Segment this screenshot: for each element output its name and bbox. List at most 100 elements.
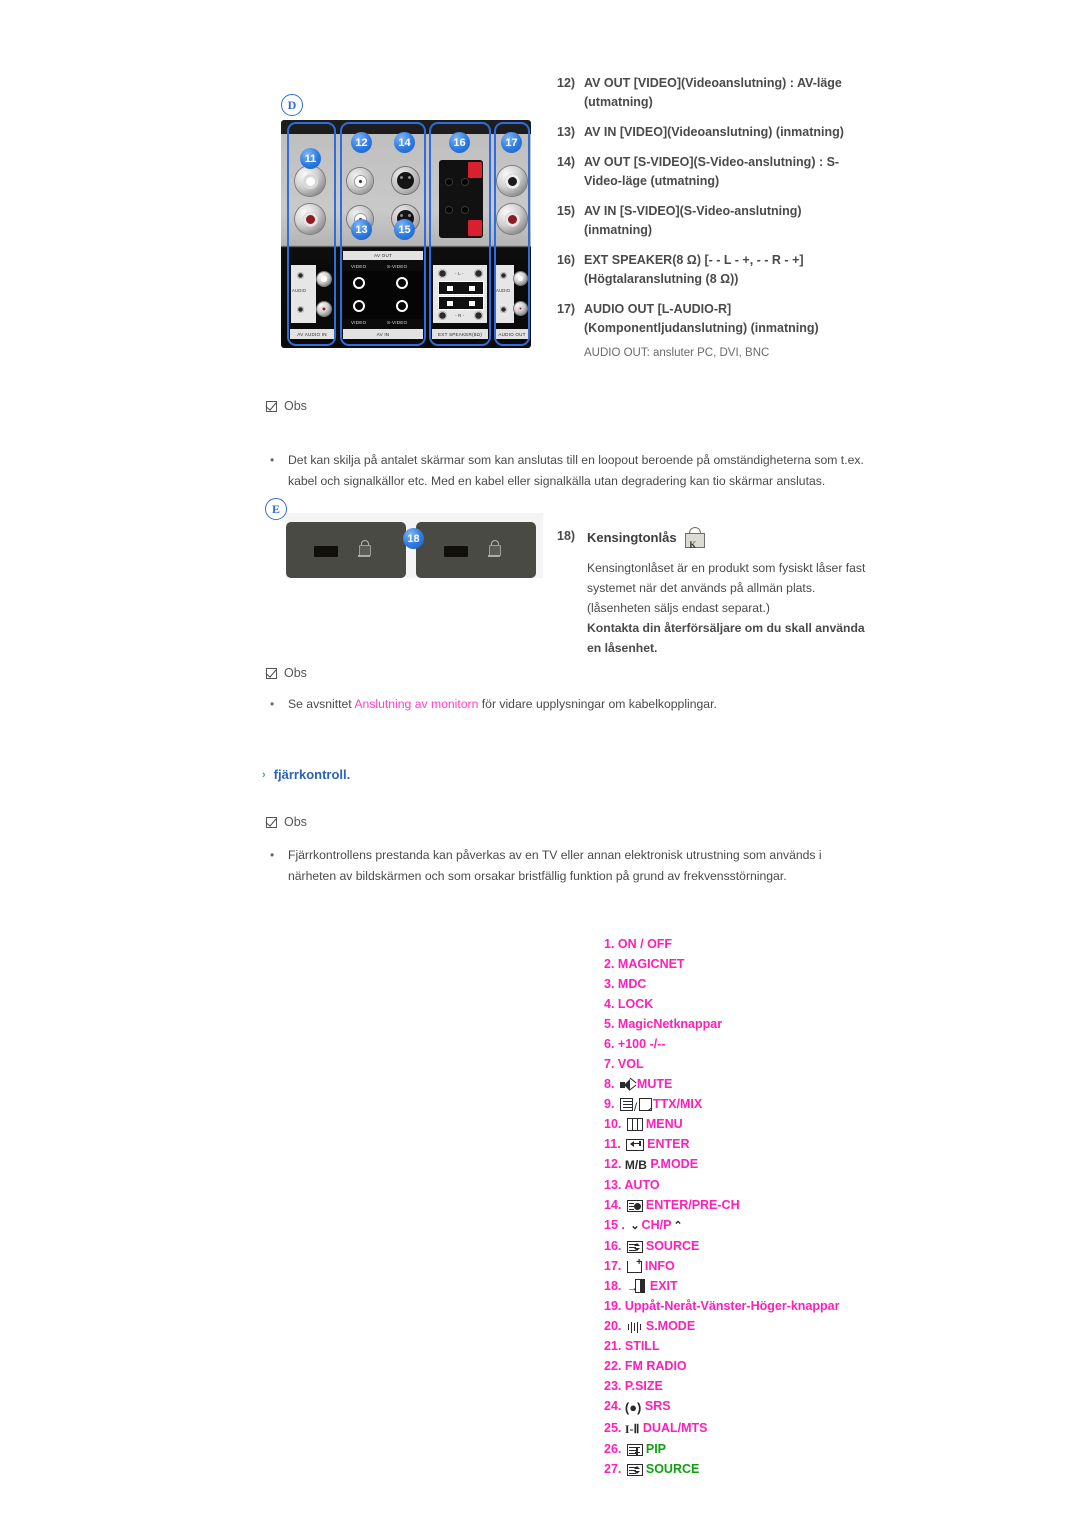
remote-key-14: 14. ENTER/PRE-CH	[604, 1195, 904, 1215]
kensington-p2: systemet när det används på allmän plats…	[587, 581, 816, 595]
remote-key-number: 15 .	[604, 1218, 629, 1232]
srs-icon: (●)	[624, 1400, 642, 1415]
definition-main: AV OUT [S-VIDEO](S-Video-anslutning) : S…	[584, 155, 840, 169]
note-2-bullet: • Se avsnittet Anslutning av monitorn fö…	[266, 694, 886, 715]
remote-key-number: 17.	[604, 1259, 625, 1273]
remote-key-number: 24.	[604, 1399, 625, 1413]
remote-key-number: 11.	[604, 1137, 625, 1151]
remote-key-number: 13.	[604, 1178, 625, 1192]
remote-key-label: VOL	[617, 1057, 644, 1071]
remote-key-number: 8.	[604, 1077, 618, 1091]
kensington-bold-1: Kontakta din återförsäljare om du skall …	[587, 621, 865, 635]
remote-key-label: LOCK	[617, 997, 654, 1011]
remote-key-label: DUAL/MTS	[642, 1421, 708, 1435]
remote-key-18: 18. → EXIT	[604, 1276, 904, 1296]
remote-key-label: S.MODE	[645, 1319, 696, 1333]
connector-definition-list: 12) AV OUT [VIDEO](Videoanslutning) : AV…	[557, 74, 887, 374]
caption-audio-out: AUDIO OUT	[496, 329, 528, 339]
bullet-body: Fjärrkontrollens prestanda kan påverkas …	[288, 845, 822, 887]
heading-marker-icon: ›	[262, 768, 266, 781]
speaker-terminal-bottom	[438, 296, 484, 310]
definition-row-13: 13) AV IN [VIDEO](Videoanslutning) (inma…	[557, 123, 887, 142]
bullet-line-2: närheten av bildskärmen och som orsakar …	[288, 869, 787, 883]
remote-key-5: 5. MagicNetknappar	[604, 1014, 904, 1034]
note-2-post: för vidare upplysningar om kabelkoppling…	[478, 697, 717, 711]
kensington-number: 18)	[557, 529, 576, 543]
label-svideo-top: S-VIDEO	[387, 264, 408, 269]
kensington-slot-left	[314, 546, 338, 557]
definition-cont: (inmatning)	[584, 223, 653, 237]
kensington-lock-symbol-right	[488, 540, 501, 560]
remote-key-label: SOURCE	[645, 1462, 700, 1476]
av-in-video-jack-bottom	[353, 300, 365, 312]
remote-key-number: 23.	[604, 1379, 625, 1393]
definition-row-17: 17) AUDIO OUT [L-AUDIO-R] (Komponentljud…	[557, 300, 887, 363]
note-2-header: Obs	[266, 666, 307, 680]
bnc-jack-top	[347, 168, 373, 194]
ext-speaker-terminal	[439, 160, 483, 238]
callout-17: 17	[501, 132, 522, 153]
remote-key-label: MUTE	[636, 1077, 673, 1091]
remote-key-number: 25.	[604, 1421, 625, 1435]
callout-16: 16	[449, 132, 470, 153]
callout-11: 11	[300, 148, 321, 169]
callout-12: 12	[351, 132, 372, 153]
remote-control-heading: › fjärrkontroll.	[262, 767, 350, 782]
label-svideo-bottom: S-VIDEO	[387, 320, 408, 325]
mute-icon	[619, 1077, 637, 1091]
kensington-plate-left	[286, 522, 406, 578]
remote-key-6: 6. +100 -/--	[604, 1034, 904, 1054]
bullet-marker: •	[270, 453, 275, 467]
section-letter-e: E	[265, 498, 287, 520]
remote-key-label: P.MODE	[650, 1157, 699, 1171]
kensington-slot-image: 18	[286, 513, 543, 578]
speaker-terminal-top	[438, 281, 484, 295]
remote-key-label: EXIT	[649, 1279, 678, 1293]
remote-key-number: 9.	[604, 1097, 618, 1111]
caption-ext-speaker: EXT SPEAKER(8Ω)	[432, 329, 488, 339]
label-audio-left: AUDIO	[292, 288, 307, 293]
kensington-lock-symbol-left	[358, 540, 371, 560]
remote-key-label: +100 -/--	[617, 1037, 666, 1051]
remote-key-number: 1.	[604, 937, 618, 951]
remote-key-label: MAGICNET	[617, 957, 685, 971]
definition-number: 13)	[557, 125, 576, 139]
remote-key-label: MagicNetknappar	[617, 1017, 723, 1031]
remote-key-label: STILL	[624, 1339, 660, 1353]
remote-key-20: 20. S.MODE	[604, 1316, 904, 1336]
remote-key-2: 2. MAGICNET	[604, 954, 904, 974]
remote-key-12: 12. M/B P.MODE	[604, 1154, 904, 1175]
av-in-video-jack-top	[353, 277, 365, 289]
section-letter-d: D	[281, 94, 303, 116]
definition-row-14: 14) AV OUT [S-VIDEO](S-Video-anslutning)…	[557, 153, 887, 191]
kensington-plate-right	[416, 522, 536, 578]
remote-key-number: 2.	[604, 957, 618, 971]
remote-key-number: 12.	[604, 1157, 625, 1171]
s-mode-icon	[627, 1321, 643, 1333]
bullet-body: Se avsnittet Anslutning av monitorn för …	[288, 694, 717, 715]
remote-key-1: 1. ON / OFF	[604, 934, 904, 954]
remote-key-number: 20.	[604, 1319, 625, 1333]
enter-icon	[626, 1139, 645, 1151]
monitor-connection-link[interactable]: Anslutning av monitorn	[354, 697, 478, 711]
remote-key-number: 7.	[604, 1057, 618, 1071]
remote-key-label: FM RADIO	[624, 1359, 687, 1373]
remote-key-16: 16. SOURCE	[604, 1236, 904, 1256]
ttx-mix-icon: /	[619, 1098, 652, 1114]
kensington-description: 18) Kensingtonlås K Kensingtonlåset är e…	[557, 527, 897, 658]
remote-key-number: 19.	[604, 1299, 625, 1313]
callout-14: 14	[394, 132, 415, 153]
definition-main: AUDIO OUT [L-AUDIO-R]	[584, 302, 732, 316]
remote-key-label: INFO	[644, 1259, 675, 1273]
remote-key-8: 8. MUTE	[604, 1074, 904, 1094]
definition-number: 16)	[557, 253, 576, 267]
info-icon: +	[626, 1258, 642, 1273]
remote-key-label: TTX/MIX	[652, 1097, 703, 1111]
remote-key-number: 6.	[604, 1037, 618, 1051]
pip-icon	[626, 1444, 643, 1456]
audio-out-white	[514, 272, 527, 285]
definition-row-15: 15) AV IN [S-VIDEO](S-Video-anslutning) …	[557, 202, 887, 240]
definition-row-12: 12) AV OUT [VIDEO](Videoanslutning) : AV…	[557, 74, 887, 112]
definition-number: 17)	[557, 302, 576, 316]
remote-key-number: 3.	[604, 977, 618, 991]
